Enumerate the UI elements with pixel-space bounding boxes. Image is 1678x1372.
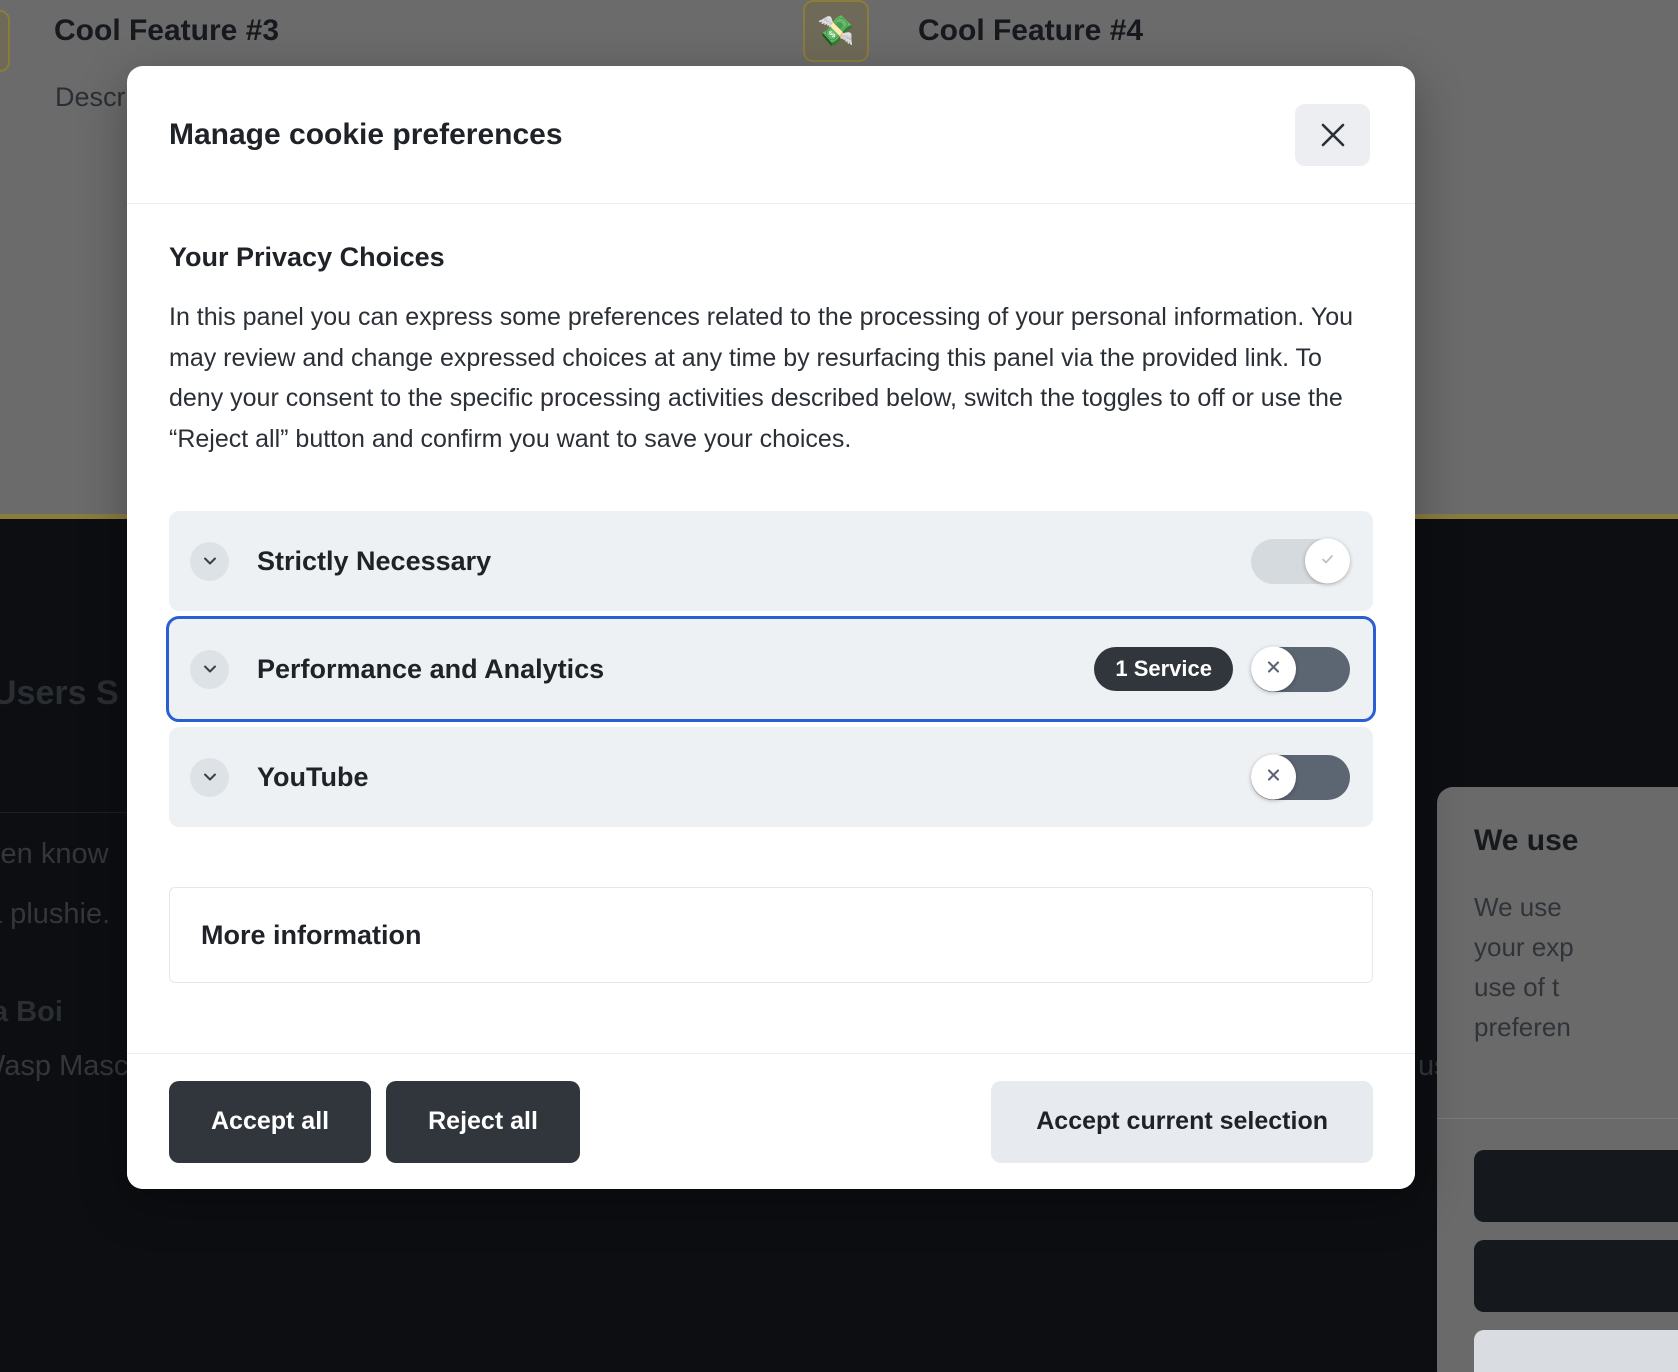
check-icon bbox=[1319, 550, 1336, 572]
category-controls bbox=[1251, 538, 1373, 584]
privacy-choices-heading: Your Privacy Choices bbox=[169, 242, 445, 272]
background-banner-button-1[interactable] bbox=[1474, 1150, 1678, 1222]
more-information-section[interactable]: More information bbox=[169, 887, 1373, 983]
feature-icon-left bbox=[0, 10, 10, 72]
page-title: Manage cookie preferences bbox=[169, 117, 563, 151]
background-banner-button-3[interactable] bbox=[1474, 1330, 1678, 1372]
close-button[interactable] bbox=[1295, 104, 1370, 166]
close-icon bbox=[1264, 657, 1283, 681]
money-wings-icon: 💸 bbox=[803, 0, 869, 62]
privacy-choices-paragraph: In this panel you can express some prefe… bbox=[169, 303, 1354, 453]
category-controls bbox=[1251, 754, 1373, 800]
category-label: YouTube bbox=[257, 761, 369, 792]
chevron-down-icon[interactable] bbox=[190, 541, 229, 581]
category-list: Strictly Necessary Performance and Analy… bbox=[166, 511, 1376, 827]
category-row-strictly-necessary[interactable]: Strictly Necessary bbox=[169, 511, 1373, 611]
toggle-knob bbox=[1251, 646, 1296, 692]
dark-line-1: ven know bbox=[0, 838, 109, 870]
dark-divider bbox=[0, 812, 130, 813]
toggle-strictly-necessary[interactable] bbox=[1251, 538, 1350, 584]
background-banner-divider bbox=[1437, 1118, 1678, 1119]
toggle-knob bbox=[1251, 754, 1296, 800]
feature-title-3: Cool Feature #3 bbox=[54, 14, 280, 47]
dialog-body: Your Privacy Choices In this panel you c… bbox=[127, 204, 1415, 1053]
toggle-knob bbox=[1305, 538, 1350, 584]
chevron-down-icon[interactable] bbox=[190, 757, 229, 797]
category-controls: 1 Service bbox=[1094, 646, 1373, 692]
status-badge: 1 Service bbox=[1094, 647, 1233, 691]
toggle-youtube[interactable] bbox=[1251, 754, 1350, 800]
background-banner-body: We use your exp use of t preferen bbox=[1474, 887, 1678, 1047]
category-label: Performance and Analytics bbox=[257, 653, 605, 684]
accept-current-selection-button[interactable]: Accept current selection bbox=[991, 1080, 1373, 1163]
page-root: 💸 Cool Feature #3 Cool Feature #4 Descr … bbox=[0, 0, 1678, 1372]
dialog-header: Manage cookie preferences bbox=[127, 66, 1415, 204]
toggle-performance-and-analytics[interactable] bbox=[1251, 646, 1350, 692]
cookie-preferences-dialog: Manage cookie preferences Your Privacy C… bbox=[127, 66, 1415, 1189]
chevron-down-icon[interactable] bbox=[190, 649, 229, 689]
feature-desc-3: Descr bbox=[55, 82, 126, 112]
feature-title-4: Cool Feature #4 bbox=[918, 14, 1144, 47]
background-banner-body-line-3: use of t bbox=[1474, 972, 1560, 1002]
dialog-footer: Accept all Reject all Accept current sel… bbox=[127, 1053, 1415, 1189]
background-cookie-banner: We use We use your exp use of t preferen bbox=[1437, 787, 1678, 1372]
category-label: Strictly Necessary bbox=[257, 545, 492, 576]
background-banner-body-line-1: We use bbox=[1474, 892, 1562, 922]
close-icon bbox=[1320, 122, 1346, 148]
close-icon bbox=[1264, 765, 1283, 789]
background-banner-body-line-4: preferen bbox=[1474, 1012, 1571, 1042]
dark-line-2: a plushie. bbox=[0, 898, 111, 930]
dark-line-4: Wasp Masc bbox=[0, 1050, 129, 1082]
more-information-label: More information bbox=[201, 919, 422, 950]
dark-section-heading: Users S bbox=[0, 674, 119, 712]
accept-all-button[interactable]: Accept all bbox=[169, 1080, 372, 1163]
category-row-performance-and-analytics[interactable]: Performance and Analytics 1 Service bbox=[166, 616, 1376, 722]
background-banner-button-2[interactable] bbox=[1474, 1240, 1678, 1312]
dark-line-3: a Boi bbox=[0, 996, 63, 1028]
reject-all-button[interactable]: Reject all bbox=[386, 1080, 580, 1163]
background-banner-title: We use bbox=[1474, 824, 1579, 857]
category-row-youtube[interactable]: YouTube bbox=[169, 727, 1373, 827]
background-banner-body-line-2: your exp bbox=[1474, 932, 1574, 962]
